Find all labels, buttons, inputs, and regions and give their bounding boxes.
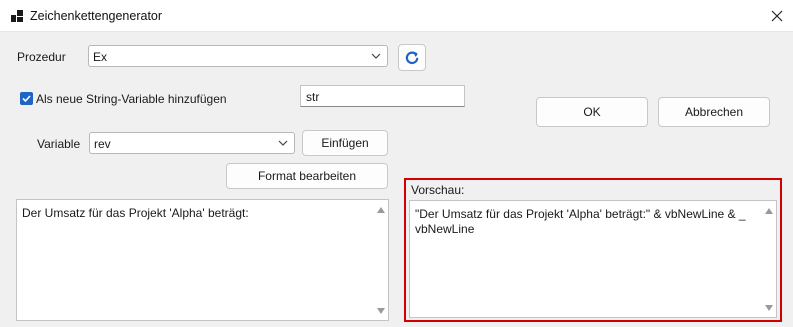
checkmark-icon xyxy=(22,95,31,103)
chevron-down-icon xyxy=(278,140,288,146)
preview-text-area[interactable]: "Der Umsatz für das Projekt 'Alpha' betr… xyxy=(409,200,777,318)
edit-format-button[interactable]: Format bearbeiten xyxy=(226,163,388,189)
procedure-dropdown[interactable]: Ex xyxy=(88,45,388,67)
scroll-down-icon[interactable] xyxy=(377,308,385,314)
scroll-up-icon[interactable] xyxy=(377,207,385,213)
refresh-button[interactable] xyxy=(398,44,426,71)
ok-button[interactable]: OK xyxy=(536,97,648,127)
input-text-area[interactable]: Der Umsatz für das Projekt 'Alpha' beträ… xyxy=(16,199,389,321)
window-title: Zeichenkettengenerator xyxy=(30,9,163,23)
string-variable-name-input[interactable]: str xyxy=(300,85,465,107)
chevron-down-icon xyxy=(371,53,381,59)
procedure-label: Prozedur xyxy=(17,50,66,64)
scroll-up-icon[interactable] xyxy=(765,208,773,214)
variable-dropdown[interactable]: rev xyxy=(89,132,295,154)
input-text: Der Umsatz für das Projekt 'Alpha' beträ… xyxy=(22,206,249,220)
refresh-icon xyxy=(405,51,419,64)
variable-value: rev xyxy=(94,137,111,151)
string-variable-name-value: str xyxy=(306,90,320,104)
cancel-button[interactable]: Abbrechen xyxy=(658,97,770,127)
variable-label: Variable xyxy=(37,137,81,151)
preview-label: Vorschau: xyxy=(411,183,465,197)
title-bar: Zeichenkettengenerator xyxy=(0,0,793,32)
add-string-variable-checkbox[interactable] xyxy=(20,92,33,105)
app-window-icon xyxy=(11,10,23,22)
close-button[interactable] xyxy=(760,0,793,32)
input-scrollbar[interactable] xyxy=(374,200,388,320)
preview-scrollbar[interactable] xyxy=(762,201,776,317)
preview-text: "Der Umsatz für das Projekt 'Alpha' betr… xyxy=(415,207,746,236)
add-string-variable-label: Als neue String-Variable hinzufügen xyxy=(36,92,227,106)
preview-panel: Vorschau: "Der Umsatz für das Projekt 'A… xyxy=(404,178,782,322)
insert-button[interactable]: Einfügen xyxy=(302,130,388,156)
close-icon xyxy=(771,10,782,22)
scroll-down-icon[interactable] xyxy=(765,305,773,311)
procedure-value: Ex xyxy=(93,50,108,64)
